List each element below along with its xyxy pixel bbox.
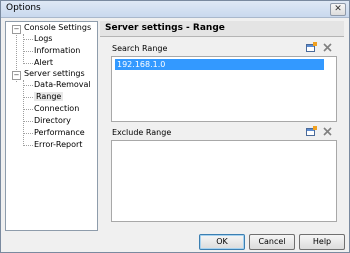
search-range-label: Search Range	[112, 44, 168, 53]
collapse-toggle-icon[interactable]: −	[12, 71, 21, 80]
panel-header: Server settings - Range	[100, 21, 344, 37]
add-range-icon[interactable]	[306, 42, 317, 53]
tree-item-information[interactable]: Information	[34, 46, 80, 55]
tree-line	[24, 97, 33, 98]
cancel-button[interactable]: Cancel	[249, 234, 295, 250]
help-button[interactable]: Help	[299, 234, 345, 250]
tree-line	[24, 51, 33, 52]
settings-tree: − Console Settings Logs Information Aler…	[5, 21, 98, 231]
tree-item-alert[interactable]: Alert	[34, 58, 53, 67]
search-range-list[interactable]: 192.168.1.0	[111, 56, 337, 122]
tree-item-error-report[interactable]: Error-Report	[34, 140, 82, 149]
exclude-range-label: Exclude Range	[112, 128, 172, 137]
window-title: Options	[6, 3, 41, 13]
add-range-icon[interactable]	[306, 126, 317, 137]
options-window: Options ✕ − Console Settings Logs Inform…	[0, 0, 350, 253]
tree-item-data-removal[interactable]: Data-Removal	[34, 80, 91, 89]
tree-line	[24, 39, 33, 40]
tree-line	[24, 121, 33, 122]
tree-line	[23, 80, 24, 146]
tree-line	[24, 85, 33, 86]
delete-x-icon[interactable]	[322, 126, 333, 137]
exclude-range-list[interactable]	[111, 140, 337, 222]
tree-item-range[interactable]: Range	[34, 92, 64, 101]
collapse-toggle-icon[interactable]: −	[12, 25, 21, 34]
tree-line	[24, 133, 33, 134]
panel-title: Server settings - Range	[105, 23, 225, 33]
close-button[interactable]: ✕	[330, 3, 346, 16]
ok-button[interactable]: OK	[199, 234, 245, 250]
tree-item-performance[interactable]: Performance	[34, 128, 85, 137]
list-item[interactable]: 192.168.1.0	[115, 59, 324, 70]
tree-line	[24, 109, 33, 110]
title-bar: Options ✕	[1, 1, 349, 18]
tree-line	[24, 63, 33, 64]
tree-item-console-settings[interactable]: Console Settings	[24, 23, 91, 32]
delete-x-icon[interactable]	[322, 42, 333, 53]
tree-item-connection[interactable]: Connection	[34, 104, 79, 113]
tree-line	[24, 145, 33, 146]
tree-item-logs[interactable]: Logs	[34, 34, 52, 43]
tree-item-server-settings[interactable]: Server settings	[24, 69, 85, 78]
tree-item-directory[interactable]: Directory	[34, 116, 71, 125]
